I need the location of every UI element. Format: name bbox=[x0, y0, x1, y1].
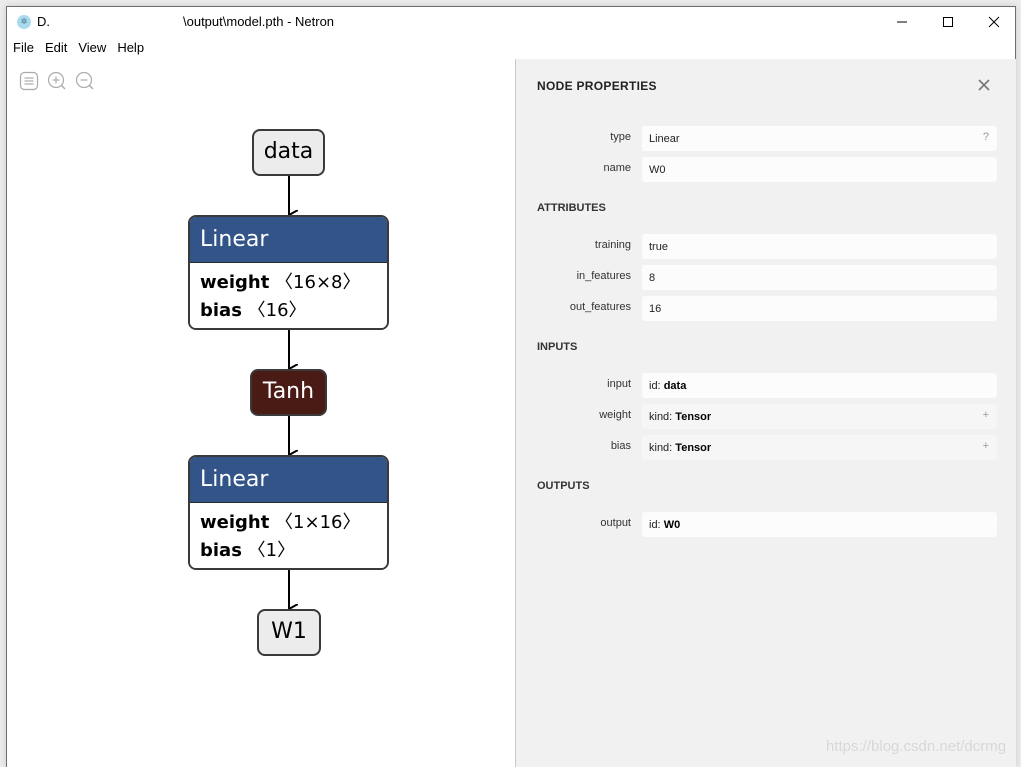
section-attributes: ATTRIBUTES bbox=[537, 202, 606, 214]
minimize-icon bbox=[897, 21, 907, 23]
input-bias: bias kind: Tensor + bbox=[516, 435, 1016, 460]
menu-bar: File Edit View Help bbox=[7, 39, 149, 59]
value-text: Tensor bbox=[675, 442, 712, 454]
value-text: Linear bbox=[649, 133, 680, 145]
property-type: type Linear? bbox=[516, 126, 1016, 151]
attr-shape: 〈1×16〉 bbox=[275, 512, 361, 533]
netron-window: ✲ D. \output\model.pth - Netron File Edi… bbox=[6, 6, 1016, 767]
property-value[interactable]: kind: Tensor + bbox=[642, 404, 997, 429]
expand-icon[interactable]: + bbox=[983, 440, 989, 452]
property-label: weight bbox=[599, 409, 631, 421]
zoom-in-button[interactable] bbox=[47, 71, 67, 91]
property-name: name W0 bbox=[516, 157, 1016, 182]
property-value[interactable]: id: W0 bbox=[642, 512, 997, 537]
value-prefix: id: bbox=[649, 519, 664, 531]
graph-node-output-w1[interactable]: W1 bbox=[257, 609, 321, 656]
value-text: W0 bbox=[649, 164, 666, 176]
expand-icon[interactable]: + bbox=[983, 409, 989, 421]
property-value[interactable]: W0 bbox=[642, 157, 997, 182]
node-label: Tanh bbox=[262, 379, 315, 404]
graph-node-linear-2[interactable]: Linear weight 〈1×16〉 bias 〈1〉 bbox=[188, 455, 389, 570]
graph-node-linear-1[interactable]: Linear weight 〈16×8〉 bias 〈16〉 bbox=[188, 215, 389, 330]
property-value[interactable]: id: data bbox=[642, 373, 997, 398]
attr-name: bias bbox=[200, 540, 242, 561]
close-icon bbox=[978, 79, 990, 91]
graph-node-input-data[interactable]: data bbox=[252, 129, 325, 176]
property-value[interactable]: Linear? bbox=[642, 126, 997, 151]
node-attributes: weight 〈1×16〉 bias 〈1〉 bbox=[190, 503, 387, 568]
property-label: input bbox=[607, 378, 631, 390]
node-header: Linear bbox=[190, 217, 387, 263]
graph-node-tanh[interactable]: Tanh bbox=[250, 369, 327, 416]
menu-file[interactable]: File bbox=[7, 39, 39, 59]
close-icon bbox=[988, 16, 1000, 28]
minimize-button[interactable] bbox=[879, 7, 925, 37]
attr-name: weight bbox=[200, 272, 270, 293]
value-prefix: kind: bbox=[649, 411, 676, 423]
node-header: Linear bbox=[190, 457, 387, 503]
close-window-button[interactable] bbox=[971, 7, 1017, 37]
node-attr-weight: weight 〈1×16〉 bbox=[200, 509, 377, 537]
graph-toolbar bbox=[19, 71, 95, 91]
node-attr-weight: weight 〈16×8〉 bbox=[200, 269, 377, 297]
property-label: output bbox=[600, 517, 631, 529]
output-output: output id: W0 bbox=[516, 512, 1016, 537]
attr-shape: 〈16〉 bbox=[247, 300, 307, 321]
property-label: type bbox=[610, 131, 631, 143]
value-prefix: kind: bbox=[649, 442, 676, 454]
node-attributes: weight 〈16×8〉 bias 〈16〉 bbox=[190, 263, 387, 328]
title-bar: ✲ D. \output\model.pth - Netron bbox=[7, 7, 1015, 37]
attribute-out-features: out_features 16 bbox=[516, 296, 1016, 321]
property-value[interactable]: 8 bbox=[642, 265, 997, 290]
menu-view[interactable]: View bbox=[72, 39, 111, 59]
attribute-training: training true bbox=[516, 234, 1016, 259]
node-properties-panel: NODE PROPERTIES type Linear? name W0 ATT… bbox=[515, 59, 1016, 767]
sidebar-toggle-icon bbox=[19, 71, 39, 91]
property-label: name bbox=[603, 162, 631, 174]
close-panel-button[interactable] bbox=[976, 77, 992, 93]
property-label: in_features bbox=[576, 270, 631, 282]
menu-help[interactable]: Help bbox=[111, 39, 149, 59]
node-label: data bbox=[263, 139, 314, 164]
value-text: W0 bbox=[663, 519, 681, 531]
netron-icon: ✲ bbox=[17, 15, 31, 29]
attribute-in-features: in_features 8 bbox=[516, 265, 1016, 290]
value-text: 8 bbox=[649, 272, 656, 284]
value-prefix: id: bbox=[649, 380, 664, 392]
attr-shape: 〈16×8〉 bbox=[275, 272, 361, 293]
watermark: https://blog.csdn.net/dcrmg bbox=[826, 738, 1007, 755]
zoom-in-icon bbox=[47, 71, 66, 90]
property-value[interactable]: true bbox=[642, 234, 997, 259]
panel-title: NODE PROPERTIES bbox=[537, 79, 657, 93]
property-label: training bbox=[594, 239, 631, 251]
input-weight: weight kind: Tensor + bbox=[516, 404, 1016, 429]
attr-name: bias bbox=[200, 300, 242, 321]
property-label: bias bbox=[610, 440, 631, 452]
property-value[interactable]: 16 bbox=[642, 296, 997, 321]
property-label: out_features bbox=[569, 301, 631, 313]
node-attr-bias: bias 〈16〉 bbox=[200, 297, 377, 325]
value-text: Tensor bbox=[675, 411, 712, 423]
help-icon[interactable]: ? bbox=[983, 131, 989, 143]
value-text: data bbox=[663, 380, 687, 392]
attr-name: weight bbox=[200, 512, 270, 533]
sidebar-toggle-button[interactable] bbox=[19, 71, 39, 91]
menu-edit[interactable]: Edit bbox=[39, 39, 72, 59]
graph-canvas[interactable]: data Linear weight 〈16×8〉 bias 〈16〉 Tanh… bbox=[7, 59, 515, 767]
section-outputs: OUTPUTS bbox=[537, 480, 590, 492]
window-title: \output\model.pth - Netron bbox=[183, 14, 335, 29]
maximize-icon bbox=[943, 17, 953, 27]
property-value[interactable]: kind: Tensor + bbox=[642, 435, 997, 460]
zoom-out-button[interactable] bbox=[75, 71, 95, 91]
attr-shape: 〈1〉 bbox=[247, 540, 296, 561]
maximize-button[interactable] bbox=[925, 7, 971, 37]
node-attr-bias: bias 〈1〉 bbox=[200, 537, 377, 565]
section-inputs: INPUTS bbox=[537, 341, 578, 353]
zoom-out-icon bbox=[75, 71, 94, 90]
node-label: W1 bbox=[271, 619, 307, 644]
value-text: 16 bbox=[649, 303, 662, 315]
value-text: true bbox=[649, 241, 668, 253]
window-title-prefix: D. bbox=[37, 14, 50, 29]
input-input: input id: data bbox=[516, 373, 1016, 398]
